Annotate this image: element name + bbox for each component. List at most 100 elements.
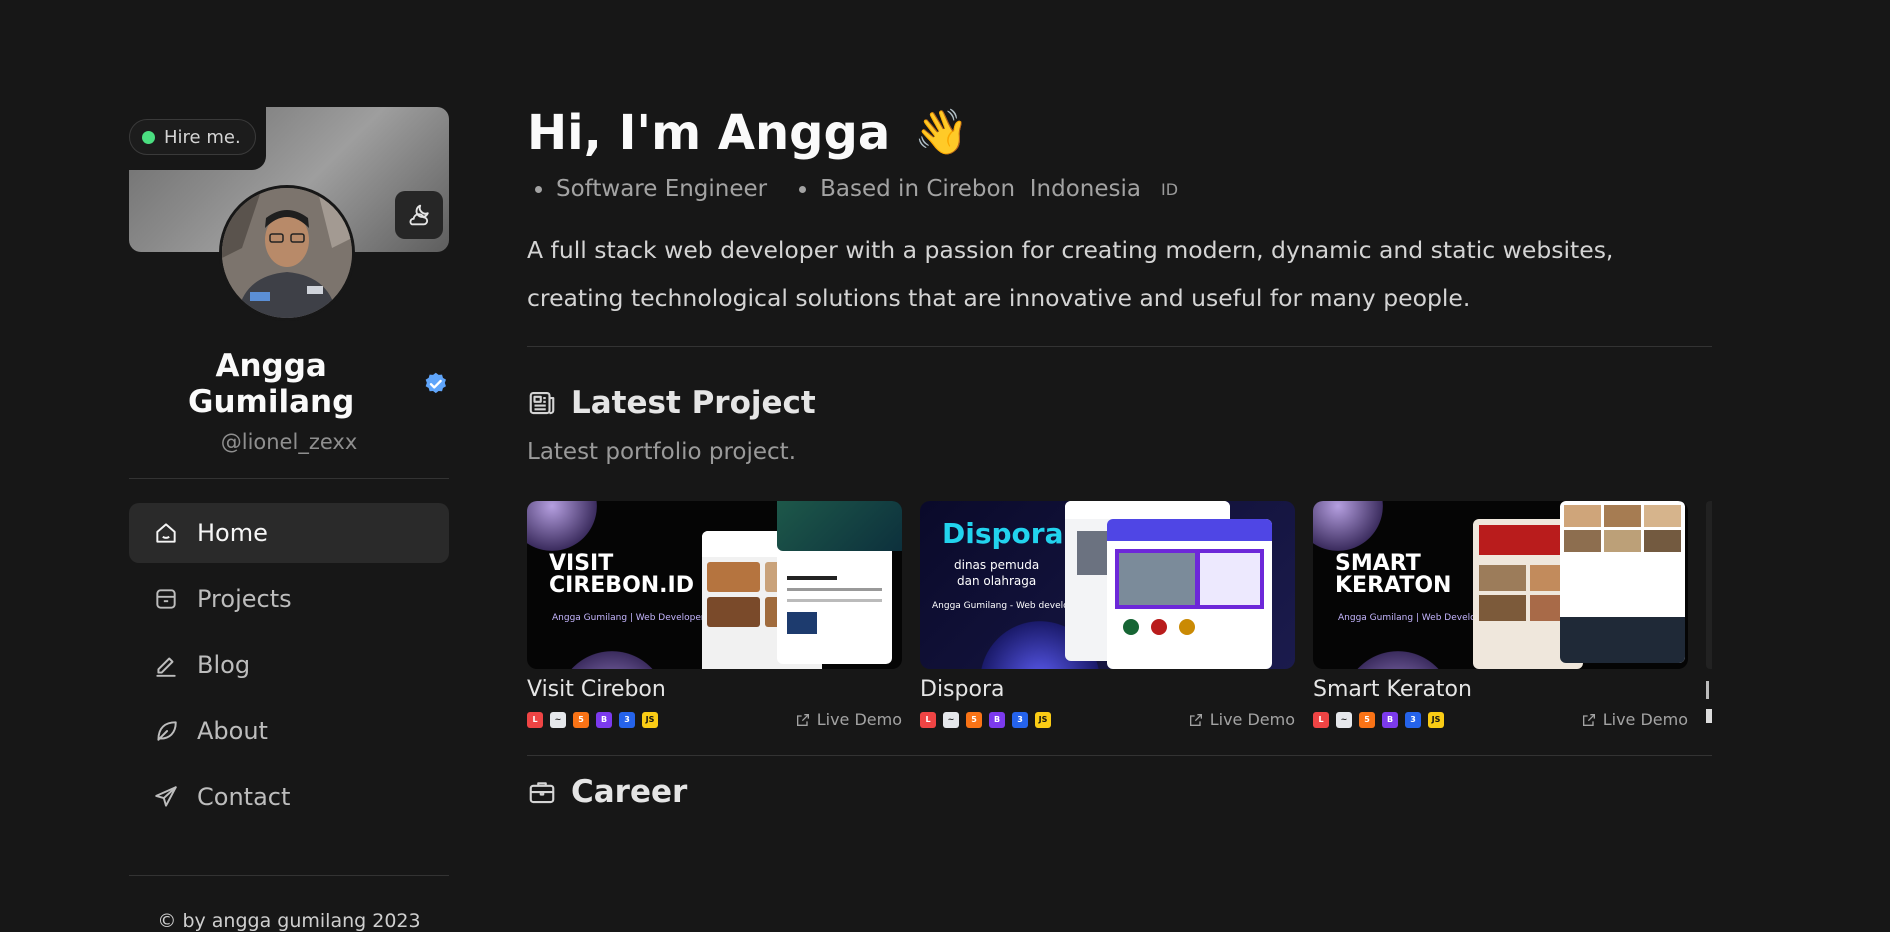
flag-icon: ID [1160, 179, 1179, 199]
sidebar: Hire me. Angga Gumilang @lionel_zexx Hom… [129, 107, 449, 932]
thumb-caption: Angga Gumilang | Web Developer [1338, 613, 1491, 623]
css-icon: 3 [1405, 711, 1421, 728]
nav-label-home: Home [197, 519, 268, 547]
theme-toggle-button[interactable] [395, 191, 443, 239]
project-title[interactable]: Dispora [920, 677, 1295, 702]
thumb-caption: Angga Gumilang | Web Developer [552, 613, 705, 623]
profile-handle: @lionel_zexx [220, 430, 358, 454]
bootstrap-icon: B [989, 711, 1005, 728]
css-icon: 3 [1012, 711, 1028, 728]
latest-project-subtitle: Latest portfolio project. [527, 439, 797, 465]
leaf-icon [157, 721, 177, 741]
laravel-icon: L [527, 711, 543, 728]
briefcase-icon [529, 782, 555, 804]
screenshot-image [777, 546, 892, 664]
career-title: Career [571, 774, 688, 810]
project-thumbnail[interactable]: VISIT CIREBON.ID Angga Gumilang | Web De… [527, 501, 902, 669]
thumb-heading: SMART KERATON [1335, 551, 1452, 598]
external-link-icon [796, 713, 809, 726]
content-divider [527, 346, 1712, 347]
hire-me-badge[interactable]: Hire me. [129, 119, 256, 155]
nav-label-contact: Contact [197, 783, 291, 811]
alpine-icon: ~ [1336, 711, 1352, 728]
project-thumbnail[interactable]: SMART KERATON Angga Gumilang | Web Devel… [1313, 501, 1688, 669]
status-dot [142, 130, 155, 144]
moon-cloud-icon [409, 204, 429, 226]
screenshot-image [1560, 501, 1685, 663]
tech-stack: L ~ 5 B 3 JS [920, 711, 1051, 728]
fact-location: Based in Cirebon Indonesia ID [791, 176, 1178, 202]
verified-badge-icon [426, 372, 447, 394]
hero-title-text: Hi, I'm Angga [527, 105, 891, 161]
project-title[interactable]: Visit Cirebon [527, 677, 902, 702]
live-demo-link[interactable]: Live Demo [1188, 710, 1295, 729]
project-title[interactable]: Smart Keraton [1313, 677, 1688, 702]
external-link-icon [1582, 713, 1595, 726]
profile-cover: Hire me. [129, 107, 449, 321]
project-card[interactable]: Dispora dinas pemuda dan olahraga Angga … [920, 501, 1295, 729]
live-demo-label: Live Demo [1209, 710, 1295, 729]
bootstrap-icon: B [596, 711, 612, 728]
nav-item-contact[interactable]: Contact [129, 767, 449, 827]
project-carousel[interactable]: VISIT CIREBON.ID Angga Gumilang | Web De… [527, 501, 1712, 741]
latest-project-header: Latest Project [527, 385, 1712, 421]
home-icon [156, 523, 176, 543]
latest-project-title: Latest Project [571, 385, 816, 421]
send-icon [155, 786, 177, 807]
bio: A full stack web developer with a passio… [527, 236, 1614, 312]
sidebar-nav: Home Projects Blog About Contact [129, 503, 449, 827]
live-demo-label: Live Demo [816, 710, 902, 729]
project-card-partial[interactable] [1706, 501, 1712, 723]
content-divider [527, 755, 1712, 756]
nav-item-home[interactable]: Home [129, 503, 449, 563]
sidebar-divider [129, 478, 449, 479]
html-icon: 5 [573, 711, 589, 728]
profile-name-text: Angga Gumilang [188, 348, 355, 420]
avatar [219, 185, 355, 321]
thumb-heading: Dispora [942, 517, 1064, 550]
sidebar-divider [129, 875, 449, 876]
nav-label-about: About [197, 717, 268, 745]
career-header: Career [527, 774, 1712, 810]
screenshot-image [1107, 519, 1272, 669]
thumb-subheading: dinas pemuda dan olahraga [954, 558, 1040, 588]
laravel-icon: L [920, 711, 936, 728]
hero-facts: Software Engineer Based in Cirebon Indon… [527, 176, 1712, 202]
live-demo-label: Live Demo [1602, 710, 1688, 729]
project-card[interactable]: VISIT CIREBON.ID Angga Gumilang | Web De… [527, 501, 902, 729]
hero-title: Hi, I'm Angga 👋 [527, 100, 1712, 166]
nav-label-projects: Projects [197, 585, 292, 613]
live-demo-link[interactable]: Live Demo [795, 710, 902, 729]
html-icon: 5 [966, 711, 982, 728]
alpine-icon: ~ [943, 711, 959, 728]
fact-role-text: Software Engineer [556, 176, 768, 202]
javascript-icon: JS [642, 711, 658, 728]
newspaper-icon [529, 391, 555, 415]
project-thumbnail[interactable]: Dispora dinas pemuda dan olahraga Angga … [920, 501, 1295, 669]
nav-item-blog[interactable]: Blog [129, 635, 449, 695]
nav-label-blog: Blog [197, 651, 251, 679]
bootstrap-icon: B [1382, 711, 1398, 728]
css-icon: 3 [619, 711, 635, 728]
fact-location-text: Based in Cirebon Indonesia [820, 176, 1141, 202]
profile-name: Angga Gumilang [129, 348, 449, 420]
thumb-heading: VISIT CIREBON.ID [549, 551, 694, 598]
alpine-icon: ~ [550, 711, 566, 728]
nav-item-about[interactable]: About [129, 701, 449, 761]
javascript-icon: JS [1035, 711, 1051, 728]
copyright: © by angga gumilang 2023 [157, 910, 421, 932]
html-icon: 5 [1359, 711, 1375, 728]
wave-emoji-icon: 👋 [914, 107, 970, 158]
pencil-icon [156, 657, 176, 677]
javascript-icon: JS [1428, 711, 1444, 728]
live-demo-link[interactable]: Live Demo [1581, 710, 1688, 729]
main-content: Hi, I'm Angga 👋 Software Engineer Based … [527, 100, 1712, 810]
tech-stack: L ~ 5 B 3 JS [1313, 711, 1444, 728]
fact-role: Software Engineer [527, 176, 767, 202]
external-link-icon [1189, 713, 1202, 726]
laravel-icon: L [1313, 711, 1329, 728]
project-card[interactable]: SMART KERATON Angga Gumilang | Web Devel… [1313, 501, 1688, 729]
nav-item-projects[interactable]: Projects [129, 569, 449, 629]
hire-me-label: Hire me. [164, 126, 241, 148]
tech-stack: L ~ 5 B 3 JS [527, 711, 658, 728]
